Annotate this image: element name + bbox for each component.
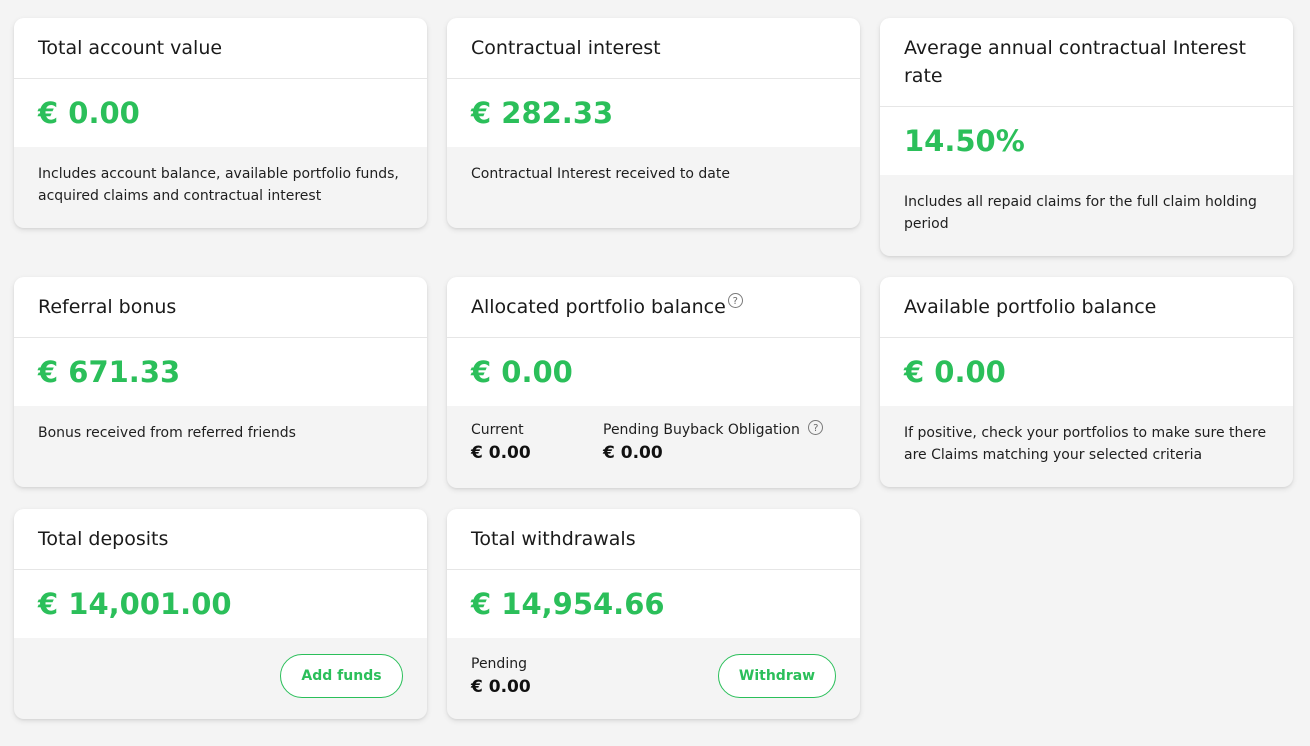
card-title: Referral bonus [38, 296, 177, 318]
card-description: Includes account balance, available port… [38, 166, 399, 204]
contractual-interest-card: Contractual interest € 282.33 Contractua… [447, 18, 860, 228]
current-label: Current [471, 422, 524, 438]
card-description: Includes all repaid claims for the full … [904, 194, 1257, 232]
add-funds-button[interactable]: Add funds [280, 654, 403, 698]
card-value: € 0.00 [14, 79, 427, 147]
card-title-text: Allocated portfolio balance [471, 296, 726, 318]
referral-bonus-card: Referral bonus € 671.33 Bonus received f… [14, 277, 427, 487]
total-withdrawals-card: Total withdrawals € 14,954.66 Pending € … [447, 509, 860, 719]
pending-withdrawal-block: Pending € 0.00 [471, 654, 531, 700]
withdraw-button[interactable]: Withdraw [718, 654, 836, 698]
available-portfolio-card: Available portfolio balance € 0.00 If po… [880, 277, 1293, 487]
card-title: Total account value [38, 37, 223, 59]
card-title: Available portfolio balance [904, 296, 1157, 318]
pending-label: Pending [471, 656, 527, 672]
pending-buyback-block: Pending Buyback Obligation ? € 0.00 [603, 420, 824, 466]
card-value: € 0.00 [880, 338, 1293, 406]
total-account-value-card: Total account value € 0.00 Includes acco… [14, 18, 427, 228]
card-title: Total withdrawals [471, 528, 636, 550]
card-value: € 671.33 [14, 338, 427, 406]
allocated-portfolio-card: Allocated portfolio balance? € 0.00 Curr… [447, 277, 860, 488]
card-description: Contractual Interest received to date [471, 166, 730, 182]
card-title: Average annual contractual Interest rate [904, 37, 1246, 87]
card-title: Contractual interest [471, 37, 661, 59]
pending-buyback-value: € 0.00 [603, 443, 663, 463]
card-description: If positive, check your portfolios to ma… [904, 425, 1267, 463]
total-deposits-card: Total deposits € 14,001.00 Add funds [14, 509, 427, 719]
card-value: € 282.33 [447, 79, 860, 147]
current-value: € 0.00 [471, 443, 531, 463]
card-title: Total deposits [38, 528, 169, 550]
pending-value: € 0.00 [471, 677, 531, 697]
card-title: Allocated portfolio balance? [471, 293, 836, 321]
current-balance-block: Current € 0.00 [471, 420, 531, 466]
card-value: € 14,954.66 [447, 570, 860, 638]
card-value: € 14,001.00 [14, 570, 427, 638]
pending-buyback-label: Pending Buyback Obligation [603, 422, 800, 438]
average-interest-rate-card: Average annual contractual Interest rate… [880, 18, 1293, 256]
card-value: € 0.00 [447, 338, 860, 406]
question-circle-icon[interactable]: ? [808, 420, 824, 435]
card-description: Bonus received from referred friends [38, 425, 296, 441]
card-value: 14.50% [880, 107, 1293, 175]
question-circle-icon[interactable]: ? [727, 293, 743, 308]
